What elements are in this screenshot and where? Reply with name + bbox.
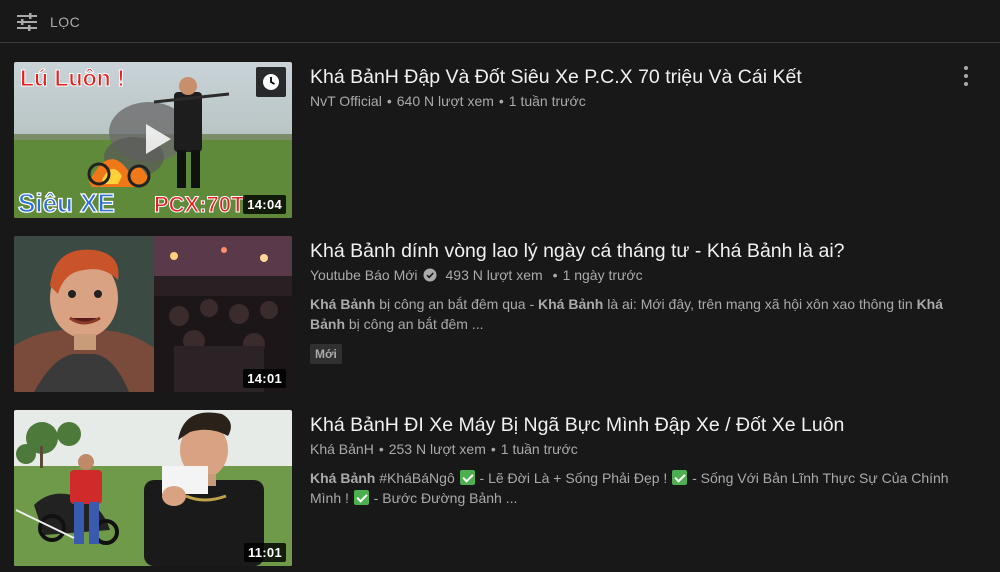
- clock-icon: [263, 74, 279, 90]
- video-result[interactable]: 11:01 Khá BảnH ĐI Xe Máy Bị Ngã Bực Mình…: [14, 410, 1000, 566]
- watch-later-button[interactable]: [256, 67, 286, 97]
- view-count: 640 N lượt xem: [396, 93, 494, 109]
- channel-name[interactable]: NvT Official: [310, 93, 382, 109]
- verified-icon: [423, 268, 437, 282]
- view-count: 493 N lượt xem: [445, 267, 543, 283]
- video-thumbnail[interactable]: 14:01: [14, 236, 292, 392]
- video-duration: 11:01: [243, 543, 286, 562]
- video-result[interactable]: 14:01 Khá Bảnh dính vòng lao lý ngày cá …: [14, 236, 1000, 392]
- meta-separator: •: [386, 93, 392, 109]
- upload-age: 1 tuần trước: [500, 441, 578, 457]
- thumbnail-text-top: Lú Luôn !: [20, 65, 125, 91]
- thumbnail-text-left: Siêu XE: [18, 188, 115, 218]
- check-mark-icon: [672, 470, 688, 485]
- check-mark-icon: [353, 490, 369, 505]
- filter-bar[interactable]: LỌC: [0, 0, 1000, 44]
- channel-name[interactable]: Youtube Báo Mới: [310, 267, 418, 283]
- video-result[interactable]: Lú Luôn ! Siêu XE PCX:70T 14:04 Khá BảnH…: [14, 62, 1000, 218]
- video-title[interactable]: Khá BảnH Đập Và Đốt Siêu Xe P.C.X 70 tri…: [310, 64, 970, 90]
- filter-sliders-icon[interactable]: [16, 12, 38, 32]
- view-count: 253 N lượt xem: [388, 441, 486, 457]
- meta-separator: •: [552, 267, 558, 283]
- filter-divider: [0, 42, 1000, 43]
- video-title[interactable]: Khá Bảnh dính vòng lao lý ngày cá tháng …: [310, 238, 970, 264]
- video-title[interactable]: Khá BảnH ĐI Xe Máy Bị Ngã Bực Mình Đập X…: [310, 412, 970, 438]
- video-duration: 14:01: [243, 369, 286, 388]
- video-thumbnail[interactable]: Lú Luôn ! Siêu XE PCX:70T 14:04: [14, 62, 292, 218]
- check-mark-icon: [459, 470, 475, 485]
- filter-label[interactable]: LỌC: [50, 14, 80, 30]
- video-description: Khá Bảnh bị công an bắt đêm qua - Khá Bả…: [310, 296, 944, 332]
- upload-age: 1 tuần trước: [508, 93, 586, 109]
- video-duration: 14:04: [243, 195, 286, 214]
- new-badge: Mới: [310, 344, 342, 364]
- meta-separator: •: [498, 93, 504, 109]
- upload-age: 1 ngày trước: [562, 267, 643, 283]
- meta-separator: •: [378, 441, 384, 457]
- thumbnail-text-right: PCX:70T: [154, 192, 245, 217]
- video-description: Khá Bảnh #KháBáNgô - Lẽ Đời Là + Sống Ph…: [310, 470, 949, 506]
- channel-name[interactable]: Khá BảnH: [310, 441, 374, 457]
- video-thumbnail[interactable]: 11:01: [14, 410, 292, 566]
- more-actions-icon[interactable]: [958, 64, 974, 88]
- meta-separator: •: [490, 441, 496, 457]
